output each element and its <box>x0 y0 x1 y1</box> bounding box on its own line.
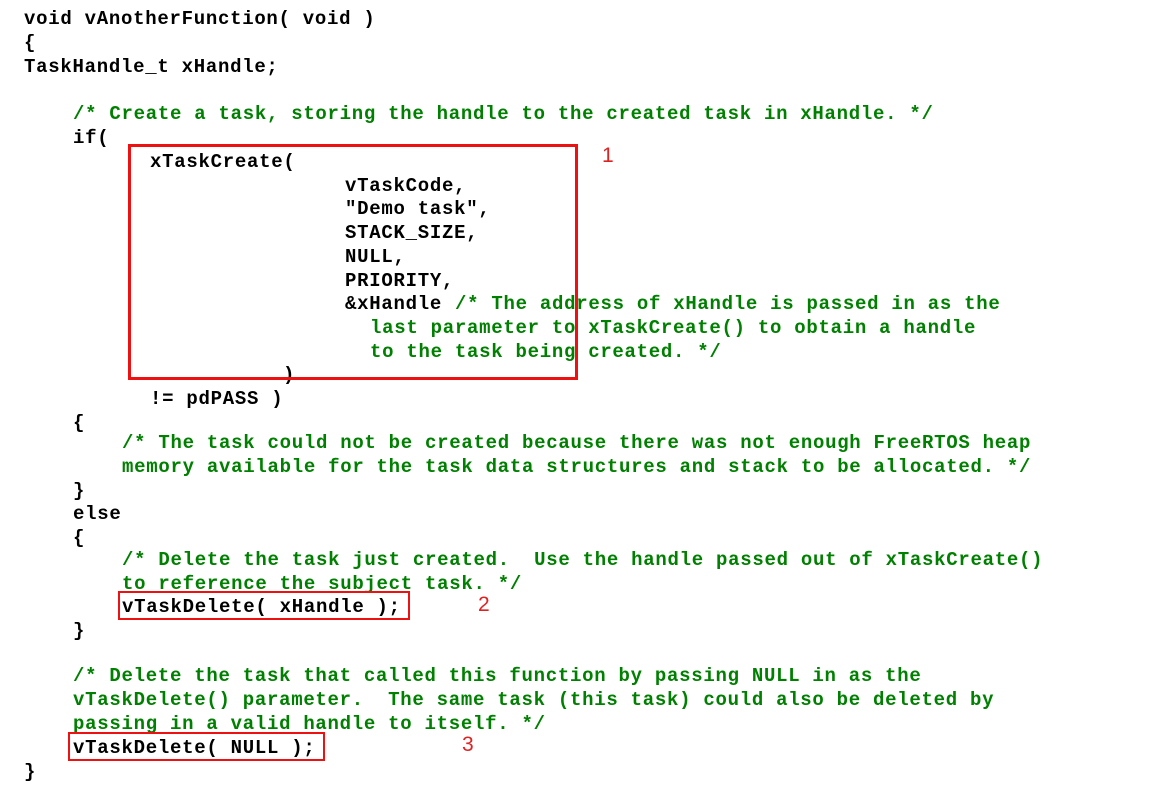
code-line: PRIORITY, <box>345 270 455 292</box>
code-line: TaskHandle_t xHandle; <box>24 56 279 78</box>
code-comment-line: to the task being created. */ <box>370 341 722 363</box>
code-line: vTaskCode, <box>345 175 467 197</box>
code-line: void vAnotherFunction( void ) <box>24 8 376 30</box>
code-line: { <box>73 527 86 549</box>
code-comment-line: vTaskDelete() parameter. The same task (… <box>73 689 995 711</box>
code-line: vTaskDelete( NULL ); <box>73 737 316 759</box>
code-comment-line: passing in a valid handle to itself. */ <box>73 713 546 735</box>
code-line: xTaskCreate( <box>150 151 296 173</box>
code-line: } <box>73 620 86 642</box>
code-line: STACK_SIZE, <box>345 222 479 244</box>
code-comment-line: memory available for the task data struc… <box>122 456 1032 478</box>
annotation-number-2: 2 <box>478 593 490 616</box>
annotation-number-1: 1 <box>602 144 614 167</box>
code-line: } <box>24 761 37 783</box>
code-comment-line: /* Create a task, storing the handle to … <box>73 103 934 125</box>
code-line: vTaskDelete( xHandle ); <box>122 596 401 618</box>
code-line: != pdPASS ) <box>150 388 284 410</box>
code-line: ) <box>283 364 296 386</box>
code-line: { <box>73 412 86 434</box>
code-line: NULL, <box>345 246 406 268</box>
code-line: } <box>73 480 86 502</box>
code-comment-line: /* The address of xHandle is passed in a… <box>455 293 1001 315</box>
annotation-number-3: 3 <box>462 733 474 756</box>
code-line: if( <box>73 127 110 149</box>
code-comment-line: to reference the subject task. */ <box>122 573 523 595</box>
code-line: &xHandle <box>345 293 455 315</box>
code-comment-line: /* Delete the task that called this func… <box>73 665 922 687</box>
code-comment-line: /* Delete the task just created. Use the… <box>122 549 1044 571</box>
code-comment-line: last parameter to xTaskCreate() to obtai… <box>370 317 977 339</box>
code-line: "Demo task", <box>345 198 491 220</box>
code-listing-canvas: void vAnotherFunction( void ){TaskHandle… <box>0 0 1158 796</box>
code-comment-line: /* The task could not be created because… <box>122 432 1032 454</box>
code-line: { <box>24 32 37 54</box>
code-line: else <box>73 503 122 525</box>
